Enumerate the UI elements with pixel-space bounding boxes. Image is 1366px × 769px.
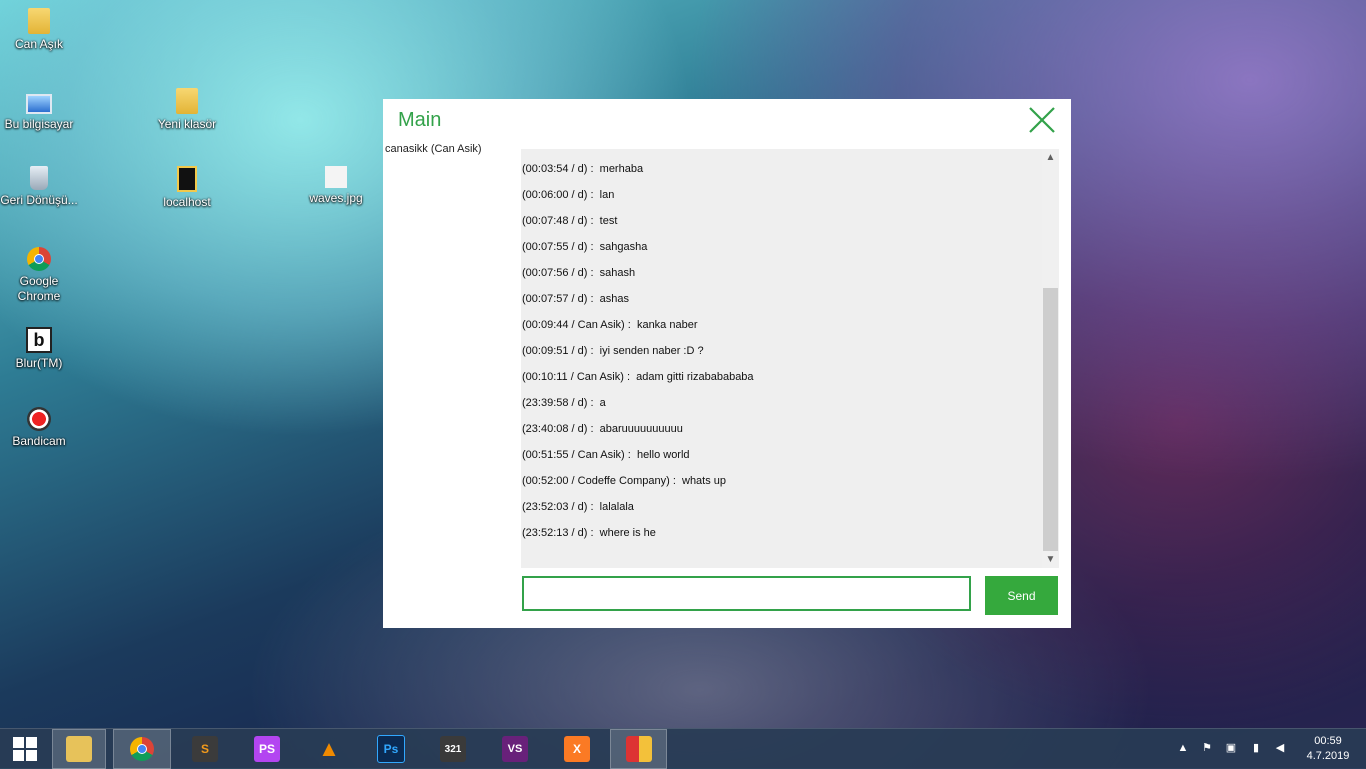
media-player-icon: 321 [440, 736, 466, 762]
online-user-item[interactable]: canasikk (Can Asik) [385, 143, 482, 155]
message-item: (00:51:55 / Can Asik) : hello world [522, 449, 690, 461]
message-item: (00:07:56 / d) : sahash [522, 267, 636, 279]
taskbar-clock[interactable]: 00:59 4.7.2019 [1296, 734, 1360, 764]
recycle-bin-icon [30, 166, 48, 190]
flag-icon[interactable]: ⚑ [1200, 741, 1214, 755]
desktop-icon-new-folder[interactable]: Yeni klasör [148, 88, 226, 132]
xampp-icon: X [564, 736, 590, 762]
message-list-scrollbar[interactable]: ▲ ▼ [1042, 149, 1059, 568]
shortcut-icon [177, 166, 197, 192]
message-item: (23:52:03 / d) : lalalala [522, 501, 634, 513]
message-item: (00:07:48 / d) : test [522, 215, 618, 227]
desktop-icon-waves-jpg[interactable]: waves.jpg [297, 166, 375, 206]
visual-studio-icon: VS [502, 736, 528, 762]
taskbar-app-chrome[interactable] [113, 729, 171, 769]
desktop-icon-recycle-bin[interactable]: Geri Dönüşü... [0, 166, 78, 208]
show-hidden-icons-icon[interactable]: ▲ [1176, 741, 1190, 755]
message-list: (00:03:54 / d) : merhaba (00:06:00 / d) … [521, 149, 1042, 568]
chrome-icon [130, 737, 154, 761]
app-window-icon [625, 736, 652, 762]
desktop-icon-label: Can Aşık [14, 37, 64, 51]
message-item: (00:10:11 / Can Asik) : adam gitti rizab… [522, 371, 754, 383]
desktop-icon-chrome[interactable]: Google Chrome [0, 247, 78, 304]
desktop-icon-label: Blur(TM) [15, 356, 63, 370]
taskbar-app-xampp[interactable]: X [547, 729, 607, 769]
desktop-icon-bandicam[interactable]: Bandicam [0, 407, 78, 449]
user-folder-icon [28, 8, 50, 34]
clock-time: 00:59 [1314, 735, 1342, 747]
desktop-icon-label: Bandicam [12, 434, 66, 448]
send-button[interactable]: Send [985, 576, 1058, 615]
taskbar-app-chat-window[interactable] [610, 729, 667, 769]
phpstorm-icon: PS [254, 736, 280, 762]
message-item: (00:07:55 / d) : sahgasha [522, 241, 648, 253]
desktop-icon-this-pc[interactable]: Bu bilgisayar [0, 88, 78, 132]
message-item: (00:52:00 / Codeffe Company) : whats up [522, 475, 727, 487]
message-item: (00:09:44 / Can Asik) : kanka naber [522, 319, 698, 331]
desktop-icon-label: Google Chrome [17, 274, 61, 303]
taskbar-app-phpstorm[interactable]: PS [237, 729, 297, 769]
scroll-down-icon[interactable]: ▼ [1042, 551, 1059, 568]
taskbar-app-media-player-classic[interactable]: 321 [423, 729, 483, 769]
taskbar-app-sublime-text[interactable]: S [175, 729, 235, 769]
message-item: (00:03:54 / d) : merhaba [522, 163, 644, 175]
taskbar: S PS ▲ Ps 321 VS X ▲ ⚑ ▣ ▮ ◀ [0, 728, 1366, 769]
window-title: Main [398, 109, 442, 131]
desktop-icon-label: waves.jpg [309, 191, 363, 205]
taskbar-app-photoshop[interactable]: Ps [361, 729, 421, 769]
start-button[interactable] [0, 729, 50, 769]
chat-window: Main canasikk (Can Asik) (00:03:54 / d) … [383, 99, 1071, 628]
taskbar-app-vlc[interactable]: ▲ [299, 729, 359, 769]
desktop-icon-label: localhost [163, 195, 211, 209]
chrome-icon [27, 247, 51, 271]
scrollbar-thumb[interactable] [1043, 288, 1058, 551]
network-device-icon[interactable]: ▣ [1224, 741, 1238, 755]
vlc-icon: ▲ [318, 736, 340, 761]
close-icon [1029, 107, 1055, 133]
file-explorer-icon [66, 736, 92, 762]
photoshop-icon: Ps [377, 735, 405, 763]
folder-icon [176, 88, 198, 114]
close-button[interactable] [1026, 104, 1058, 136]
desktop-icon-blur[interactable]: b Blur(TM) [0, 327, 78, 371]
bandicam-icon [27, 407, 51, 431]
taskbar-app-file-explorer[interactable] [52, 729, 106, 769]
message-item: (00:09:51 / d) : iyi senden naber :D ? [522, 345, 704, 357]
desktop-icon-label: Yeni klasör [157, 117, 217, 131]
desktop-icon-label: Geri Dönüşü... [0, 193, 78, 207]
desktop-icon-localhost[interactable]: localhost [148, 166, 226, 210]
message-item: (23:40:08 / d) : abaruuuuuuuuuu [522, 423, 683, 435]
clock-date: 4.7.2019 [1306, 750, 1350, 762]
image-file-icon [325, 166, 347, 188]
volume-icon[interactable]: ◀ [1273, 741, 1287, 755]
computer-icon [26, 94, 52, 114]
windows-start-icon [13, 737, 37, 761]
message-item: (23:52:13 / d) : where is he [522, 527, 656, 539]
scroll-up-icon[interactable]: ▲ [1042, 149, 1059, 166]
blur-app-icon: b [26, 327, 52, 353]
message-item: (23:39:58 / d) : a [522, 397, 606, 409]
desktop-icon-can-asik[interactable]: Can Aşık [0, 8, 78, 52]
signal-icon[interactable]: ▮ [1249, 741, 1263, 755]
message-item: (00:06:00 / d) : lan [522, 189, 615, 201]
message-input[interactable] [522, 576, 971, 611]
taskbar-app-visual-studio[interactable]: VS [485, 729, 545, 769]
message-item: (00:07:57 / d) : ashas [522, 293, 630, 305]
sublime-text-icon: S [192, 736, 218, 762]
desktop-icon-label: Bu bilgisayar [4, 117, 74, 131]
